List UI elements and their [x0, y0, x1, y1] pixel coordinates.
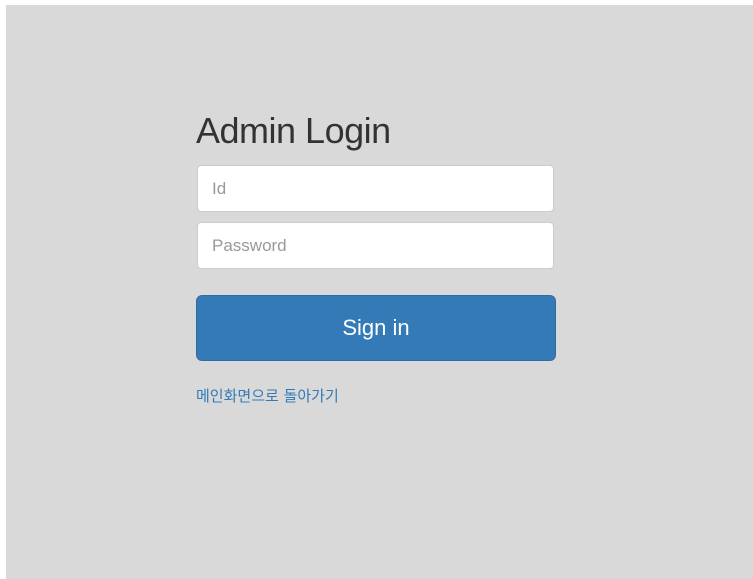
back-to-main-link[interactable]: 메인화면으로 돌아가기: [196, 385, 339, 406]
page-title: Admin Login: [196, 110, 391, 151]
password-input[interactable]: [197, 222, 554, 269]
login-form: Admin Login Sign in 메인화면으로 돌아가기: [196, 107, 556, 406]
page-background: Admin Login Sign in 메인화면으로 돌아가기: [6, 5, 753, 579]
sign-in-button[interactable]: Sign in: [196, 295, 556, 361]
id-input[interactable]: [197, 165, 554, 212]
